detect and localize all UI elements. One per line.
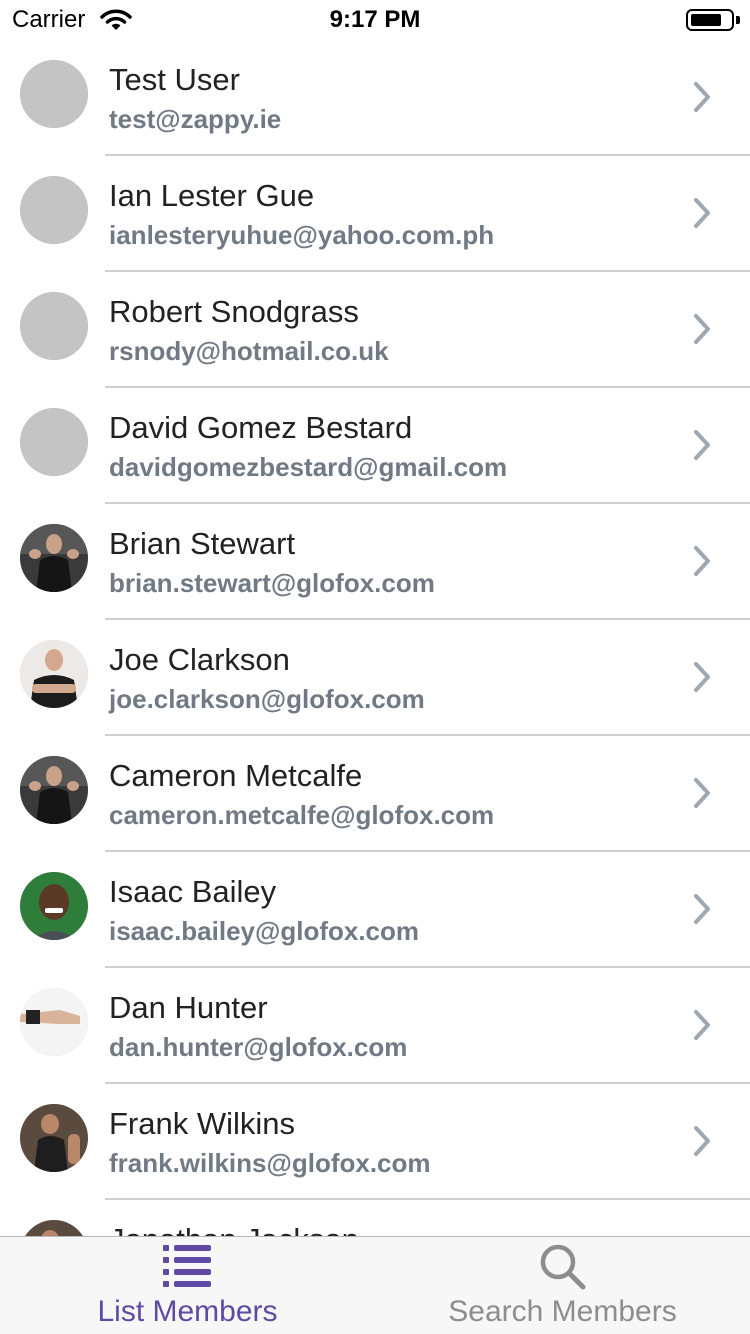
member-name: Test User [109, 62, 240, 97]
member-avatar [20, 408, 88, 476]
member-list[interactable]: Test User test@zappy.ie Ian Lester Gue ianl… [0, 40, 750, 1236]
member-name: Jonathan Jackson [109, 1222, 359, 1236]
member-name: Ian Lester Gue [109, 178, 315, 213]
chevron-right-icon [691, 196, 713, 235]
member-email: davidgomezbestard@gmail.com [109, 452, 508, 482]
member-row[interactable]: Brian Stewart brian.stewart@glofox.com [0, 504, 750, 620]
member-name: Joe Clarkson [109, 642, 290, 677]
battery-level [691, 14, 721, 26]
member-email: rsnody@hotmail.co.uk [109, 336, 389, 366]
chevron-right-icon [691, 1124, 713, 1163]
member-email: cameron.metcalfe@glofox.com [109, 800, 495, 830]
chevron-right-icon [691, 1008, 713, 1047]
member-avatar [20, 1104, 88, 1172]
member-name: David Gomez Bestard [109, 410, 413, 445]
member-avatar [20, 1220, 88, 1236]
member-row[interactable]: Isaac Bailey isaac.bailey@glofox.com [0, 852, 750, 968]
tab-list-members-label: List Members [97, 1295, 278, 1328]
member-avatar [20, 988, 88, 1056]
battery-icon [686, 9, 734, 31]
member-row[interactable]: Joe Clarkson joe.clarkson@glofox.com [0, 620, 750, 736]
member-email: joe.clarkson@glofox.com [109, 684, 425, 714]
member-avatar [20, 640, 88, 708]
chevron-right-icon [691, 660, 713, 699]
chevron-right-icon [691, 428, 713, 467]
status-bar: Carrier 9:17 PM [0, 0, 750, 40]
chevron-right-icon [691, 892, 713, 931]
tab-search-members-label: Search Members [448, 1295, 677, 1328]
member-email: ianlesteryuhue@yahoo.com.ph [109, 220, 495, 250]
member-row[interactable]: Frank Wilkins frank.wilkins@glofox.com [0, 1084, 750, 1200]
tab-list-members[interactable]: List Members [0, 1237, 375, 1334]
member-avatar [20, 60, 88, 128]
battery-tip [736, 16, 740, 24]
member-name: Frank Wilkins [109, 1106, 296, 1141]
member-name: Robert Snodgrass [109, 294, 359, 329]
member-email: frank.wilkins@glofox.com [109, 1148, 431, 1178]
member-row[interactable]: Cameron Metcalfe cameron.metcalfe@glofox.… [0, 736, 750, 852]
chevron-right-icon [691, 80, 713, 119]
member-name: Brian Stewart [109, 526, 296, 561]
member-row[interactable]: Jonathan Jackson [0, 1200, 750, 1236]
member-row[interactable]: Test User test@zappy.ie [0, 40, 750, 156]
member-row[interactable]: Dan Hunter dan.hunter@glofox.com [0, 968, 750, 1084]
member-email: test@zappy.ie [109, 104, 282, 134]
list-icon [161, 1243, 213, 1294]
tab-search-members[interactable]: Search Members [375, 1237, 750, 1334]
member-avatar [20, 292, 88, 360]
member-email: brian.stewart@glofox.com [109, 568, 435, 598]
chevron-right-icon [691, 776, 713, 815]
member-avatar [20, 872, 88, 940]
member-email: dan.hunter@glofox.com [109, 1032, 408, 1062]
member-name: Isaac Bailey [109, 874, 277, 909]
chevron-right-icon [691, 312, 713, 351]
member-name: Dan Hunter [109, 990, 268, 1025]
search-icon [539, 1243, 587, 1296]
tab-bar: List Members Search Members [0, 1236, 750, 1334]
member-email: isaac.bailey@glofox.com [109, 916, 420, 946]
member-row[interactable]: Robert Snodgrass rsnody@hotmail.co.uk [0, 272, 750, 388]
member-row[interactable]: David Gomez Bestard davidgomezbestard@gma… [0, 388, 750, 504]
member-avatar [20, 524, 88, 592]
member-avatar [20, 176, 88, 244]
status-time: 9:17 PM [329, 6, 421, 33]
chevron-right-icon [691, 544, 713, 583]
member-row[interactable]: Ian Lester Gue ianlesteryuhue@yahoo.com.p… [0, 156, 750, 272]
member-name: Cameron Metcalfe [109, 758, 363, 793]
member-avatar [20, 756, 88, 824]
